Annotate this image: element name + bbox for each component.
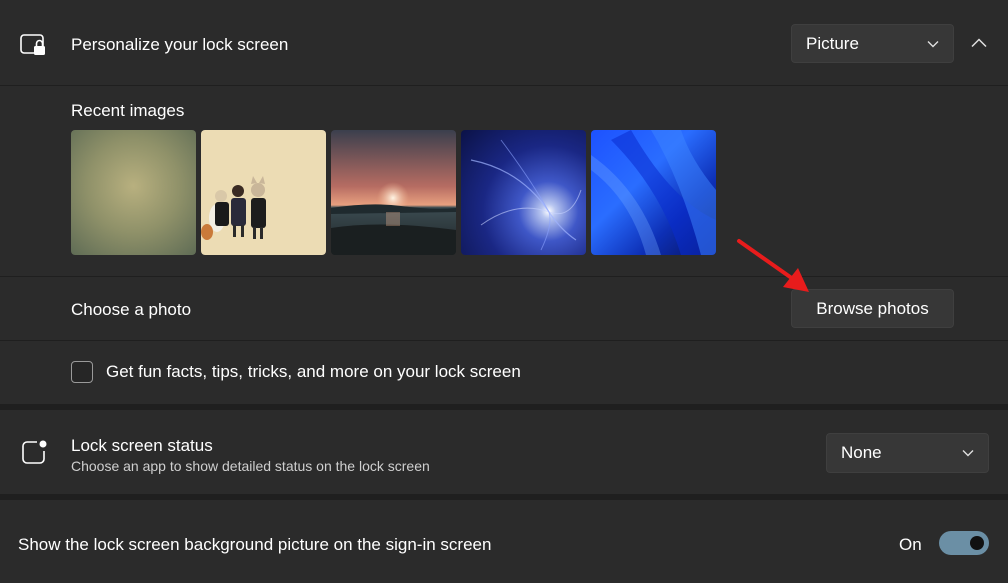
lock-screen-status-title: Lock screen status — [71, 436, 213, 455]
lock-screen-type-value: Picture — [806, 33, 859, 53]
browse-photos-button[interactable]: Browse photos — [791, 289, 954, 328]
divider — [0, 276, 1008, 277]
light-swirl-illustration — [470, 139, 582, 251]
choose-photo-label: Choose a photo — [71, 300, 192, 319]
recent-image-windows-bloom[interactable] — [591, 130, 716, 255]
annotation-arrow-icon — [737, 239, 809, 292]
personalize-lock-screen-title: Personalize your lock screen — [71, 35, 289, 54]
app-status-icon — [22, 440, 47, 464]
recent-image-cartoon-family[interactable] — [201, 130, 326, 255]
lock-screen-status-value: None — [841, 443, 882, 462]
recent-image-blue-light-swirl[interactable] — [461, 130, 586, 255]
recent-image-muted-olive[interactable] — [71, 130, 196, 255]
recent-image-sunset-lake[interactable] — [331, 130, 456, 255]
fun-facts-label: Get fun facts, tips, tricks, and more on… — [106, 362, 521, 381]
lock-screen-status-subtitle: Choose an app to show detailed status on… — [71, 458, 430, 474]
divider — [0, 85, 1008, 86]
chevron-down-icon — [927, 40, 939, 47]
signin-background-toggle[interactable] — [939, 531, 989, 555]
sunset-lake-illustration — [331, 130, 456, 255]
lock-screen-type-dropdown[interactable]: Picture — [791, 24, 954, 63]
signin-background-label: Show the lock screen background picture … — [18, 535, 492, 554]
lock-screen-icon — [20, 34, 45, 55]
fun-facts-checkbox[interactable] — [71, 361, 93, 383]
chevron-up-icon[interactable] — [970, 37, 988, 49]
chevron-down-icon — [962, 450, 974, 457]
signin-background-toggle-state: On — [899, 535, 922, 554]
windows-bloom-illustration — [591, 130, 716, 255]
cartoon-family-illustration — [201, 176, 266, 240]
toggle-knob — [970, 536, 984, 550]
divider — [0, 340, 1008, 341]
recent-images-label: Recent images — [71, 101, 185, 120]
lock-screen-status-dropdown[interactable]: None — [826, 433, 989, 473]
